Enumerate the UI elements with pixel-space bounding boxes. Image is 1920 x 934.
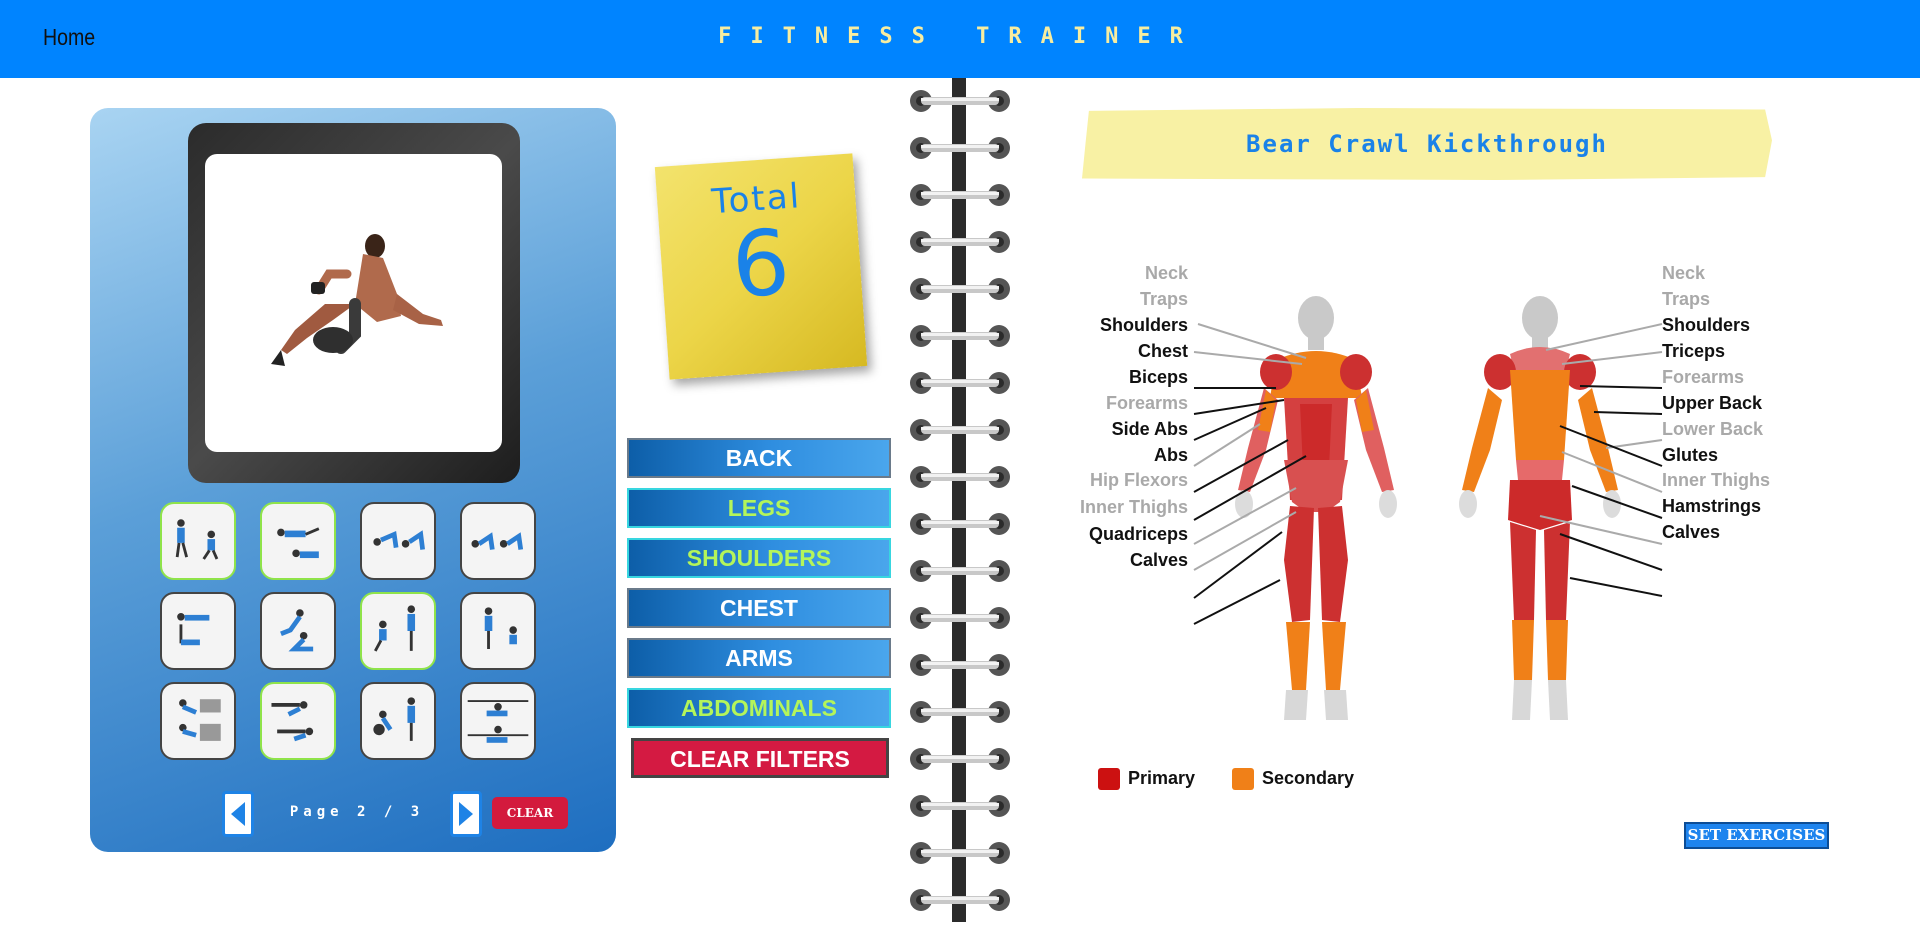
back-muscle-label: Upper Back	[1662, 393, 1763, 413]
binding-ring	[908, 135, 1012, 182]
filter-chest-button[interactable]: CHEST	[627, 588, 891, 628]
primary-swatch	[1098, 768, 1120, 791]
filter-abdominals-button[interactable]: ABDOMINALS	[627, 688, 891, 728]
binding-ring	[908, 840, 1012, 887]
front-muscle-label: Hip Flexors	[1089, 470, 1188, 490]
exercise-title: Bear Crawl Kickthrough	[1246, 130, 1608, 158]
binding-ring	[908, 464, 1012, 511]
binding-ring	[908, 605, 1012, 652]
binding-ring	[908, 511, 1012, 558]
filter-legs-button[interactable]: LEGS	[627, 488, 891, 528]
exercise-thumbnail[interactable]	[460, 502, 536, 580]
legend-secondary: Secondary	[1232, 768, 1355, 791]
legend-primary-label: Primary	[1128, 768, 1196, 788]
tablet-frame	[188, 123, 520, 483]
back-muscle-label: Forearms	[1662, 367, 1745, 387]
muscle-filter-list: BACK LEGS SHOULDERS CHEST ARMS ABDOMINALS CLEA…	[627, 438, 891, 788]
front-muscle-label: Abs	[1153, 445, 1188, 465]
binding-ring	[908, 887, 1012, 934]
binding-ring	[908, 88, 1012, 135]
muscle-anatomy-diagram: Neck Traps Shoulders Chest Biceps Forearms Sid…	[1070, 263, 1790, 720]
binding-ring	[908, 229, 1012, 276]
binding-ring	[908, 558, 1012, 605]
legend-secondary-label: Secondary	[1262, 768, 1355, 788]
previous-page-button[interactable]	[222, 791, 254, 837]
binding-ring	[908, 746, 1012, 793]
back-muscle-label: Glutes	[1662, 445, 1719, 465]
exercise-thumbnail-grid	[160, 502, 536, 760]
exercise-thumbnail[interactable]	[160, 502, 236, 580]
filter-back-button[interactable]: BACK	[627, 438, 891, 478]
back-muscle-label: Inner Thighs	[1662, 470, 1770, 490]
back-muscle-label: Calves	[1662, 522, 1721, 542]
exercise-thumbnail[interactable]	[360, 502, 436, 580]
binding-ring	[908, 276, 1012, 323]
binding-ring	[908, 417, 1012, 464]
back-muscle-label: Hamstrings	[1662, 496, 1762, 516]
two-figures-standing-icon	[175, 519, 219, 560]
exercise-thumbnail[interactable]	[360, 682, 436, 760]
exercise-browser-panel: Page 2 / 3 CLEAR	[90, 108, 616, 852]
bench-dip-icon	[271, 701, 314, 742]
front-muscle-label: Neck	[1144, 263, 1188, 283]
legend-primary: Primary	[1098, 768, 1196, 791]
side-plank-icon	[177, 613, 210, 646]
front-muscle-label: Biceps	[1128, 367, 1188, 387]
bear-crawl-icon	[471, 532, 524, 550]
total-sticky-note: Total 6	[654, 153, 868, 380]
binding-ring	[908, 370, 1012, 417]
page-indicator: Page 2 / 3	[289, 804, 425, 820]
exercise-thumbnail[interactable]	[260, 502, 336, 580]
secondary-swatch	[1232, 768, 1254, 791]
binding-ring	[908, 323, 1012, 370]
floor-exercise-icon	[277, 527, 320, 559]
back-muscle-label: Traps	[1662, 289, 1711, 309]
notebook-rings	[908, 88, 1012, 934]
front-muscle-label: Traps	[1139, 289, 1188, 309]
binding-ring	[908, 182, 1012, 229]
chevron-right-icon	[459, 802, 473, 826]
box-step-icon	[179, 699, 221, 741]
next-page-button[interactable]	[450, 791, 482, 837]
pagination: Page 2 / 3 CLEAR	[222, 791, 592, 837]
binding-ring	[908, 652, 1012, 699]
lunge-reach-icon	[280, 609, 314, 652]
exercise-thumbnail[interactable]	[160, 592, 236, 670]
clear-selection-button[interactable]: CLEAR	[492, 797, 568, 829]
front-muscle-label: Calves	[1129, 550, 1188, 570]
squat-stand-icon	[484, 607, 517, 649]
front-muscle-label: Inner Thighs	[1080, 497, 1188, 517]
clear-filters-button[interactable]: CLEAR FILTERS	[631, 738, 889, 778]
pull-up-bar-icon	[467, 700, 529, 743]
back-muscle-label: Lower Back	[1662, 419, 1764, 439]
top-bar: Home FITNESS TRAINER	[0, 0, 1920, 78]
exercise-thumbnail[interactable]	[260, 682, 336, 760]
filter-shoulders-button[interactable]: SHOULDERS	[627, 538, 891, 578]
front-muscle-label: Chest	[1137, 341, 1188, 361]
back-muscle-label: Triceps	[1662, 341, 1726, 361]
squat-press-icon	[374, 605, 416, 652]
exercise-title-banner: Bear Crawl Kickthrough	[1082, 108, 1772, 180]
exercise-preview-image	[205, 154, 502, 452]
binding-ring	[908, 793, 1012, 840]
front-muscle-label: Shoulders	[1099, 315, 1188, 335]
app-title: FITNESS TRAINER	[718, 24, 1202, 49]
exercise-thumbnail[interactable]	[460, 682, 536, 760]
exercise-thumbnail[interactable]	[260, 592, 336, 670]
plank-crawl-icon	[373, 530, 425, 550]
exercise-thumbnail[interactable]	[160, 682, 236, 760]
front-muscle-label: Side Abs	[1111, 419, 1188, 439]
back-muscle-label: Shoulders	[1662, 315, 1751, 335]
filter-arms-button[interactable]: ARMS	[627, 638, 891, 678]
exercise-thumbnail[interactable]	[360, 592, 436, 670]
back-muscle-label: Neck	[1662, 263, 1706, 283]
front-muscle-label: Forearms	[1105, 393, 1188, 413]
set-exercises-button[interactable]: SET EXERCISES	[1684, 822, 1829, 849]
total-count: 6	[728, 210, 794, 319]
kettlebell-swing-icon	[373, 697, 416, 741]
exercise-thumbnail[interactable]	[460, 592, 536, 670]
front-muscle-label: Quadriceps	[1088, 524, 1188, 544]
binding-ring	[908, 699, 1012, 746]
chevron-left-icon	[231, 802, 245, 826]
